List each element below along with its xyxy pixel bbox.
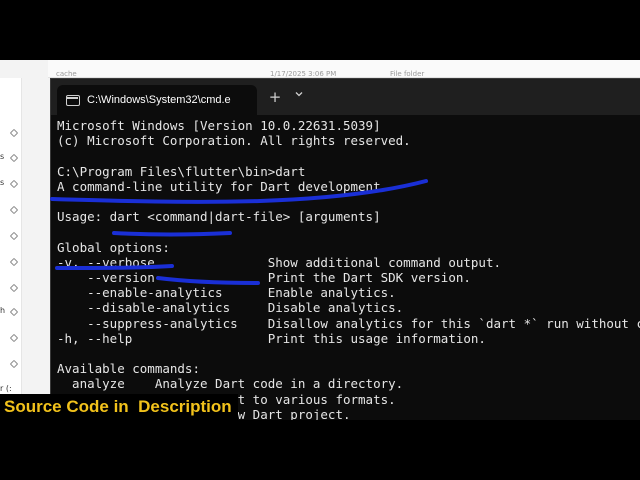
pin-icon bbox=[9, 231, 19, 241]
quick-access-item[interactable] bbox=[0, 127, 22, 141]
terminal-tab-bar: C:\Windows\System32\cmd.e + bbox=[51, 79, 640, 115]
tab-title: C:\Windows\System32\cmd.e bbox=[87, 94, 231, 106]
console-line: Global options: bbox=[57, 239, 170, 255]
explorer-file-row[interactable]: cache 1/17/2025 3:06 PM File folder bbox=[48, 60, 640, 78]
pin-icon bbox=[9, 257, 19, 267]
new-tab-button[interactable]: + bbox=[265, 87, 285, 107]
console-line: Microsoft Windows [Version 10.0.22631.50… bbox=[57, 118, 381, 133]
console-line: --suppress-analytics Disallow analytics … bbox=[87, 315, 640, 331]
console-line: --version Print the Dart SDK version. bbox=[57, 270, 471, 285]
console-line: -v, --verbose Show additional command ou… bbox=[57, 254, 502, 270]
explorer-date-modified: 1/17/2025 3:06 PM bbox=[270, 70, 337, 78]
console-line: Available commands: bbox=[57, 361, 200, 377]
console-line: Usage: dart <command|dart-file> [argumen… bbox=[57, 209, 381, 225]
quick-access-item[interactable] bbox=[0, 230, 22, 244]
terminal-window[interactable]: C:\Windows\System32\cmd.e + Microsoft Wi… bbox=[50, 78, 640, 420]
console-output[interactable]: Microsoft Windows [Version 10.0.22631.50… bbox=[57, 118, 640, 420]
console-line: --disable-analytics Disable analytics. bbox=[57, 300, 404, 316]
terminal-icon bbox=[66, 95, 80, 106]
pin-icon bbox=[9, 333, 19, 343]
letterbox-bottom bbox=[0, 420, 640, 480]
console-line: (c) Microsoft Corporation. All rights re… bbox=[57, 133, 411, 149]
quick-access-item[interactable] bbox=[0, 332, 22, 346]
console-line: --enable-analytics Enable analytics. bbox=[57, 285, 396, 301]
console-line: -h, --help Print this usage information. bbox=[57, 330, 486, 346]
tab-dropdown-button[interactable] bbox=[289, 87, 309, 107]
console-line: analyze Analyze Dart code in a directory… bbox=[57, 376, 404, 392]
console-line: A command-line utility for Dart developm… bbox=[57, 178, 389, 194]
chevron-down-icon bbox=[295, 92, 303, 97]
tab-cmd[interactable]: C:\Windows\System32\cmd.e bbox=[57, 85, 257, 115]
caption-banner: Source Code in Description bbox=[0, 394, 238, 420]
quick-access-item[interactable]: h bbox=[0, 306, 22, 320]
quick-access-item[interactable] bbox=[0, 358, 22, 372]
pin-icon bbox=[9, 205, 19, 215]
pin-icon bbox=[9, 283, 19, 293]
explorer-item-type: File folder bbox=[390, 70, 425, 78]
pin-icon bbox=[9, 128, 19, 138]
quick-access-item[interactable]: s bbox=[0, 178, 22, 192]
quick-access-item[interactable] bbox=[0, 204, 22, 218]
quick-access-item[interactable] bbox=[0, 282, 22, 296]
letterbox-top bbox=[0, 0, 640, 60]
explorer-folder-name: cache bbox=[56, 70, 77, 78]
console-line: C:\Program Files\flutter\bin>dart bbox=[57, 163, 306, 179]
quick-access-item[interactable] bbox=[0, 256, 22, 270]
pin-icon bbox=[9, 179, 19, 189]
pin-icon bbox=[9, 153, 19, 163]
pin-icon bbox=[9, 359, 19, 369]
explorer-quick-access: s s h r (: bbox=[0, 78, 22, 420]
quick-access-item[interactable]: s bbox=[0, 152, 22, 166]
pin-icon bbox=[9, 307, 19, 317]
video-frame: cache 1/17/2025 3:06 PM File folder s s … bbox=[0, 0, 640, 480]
